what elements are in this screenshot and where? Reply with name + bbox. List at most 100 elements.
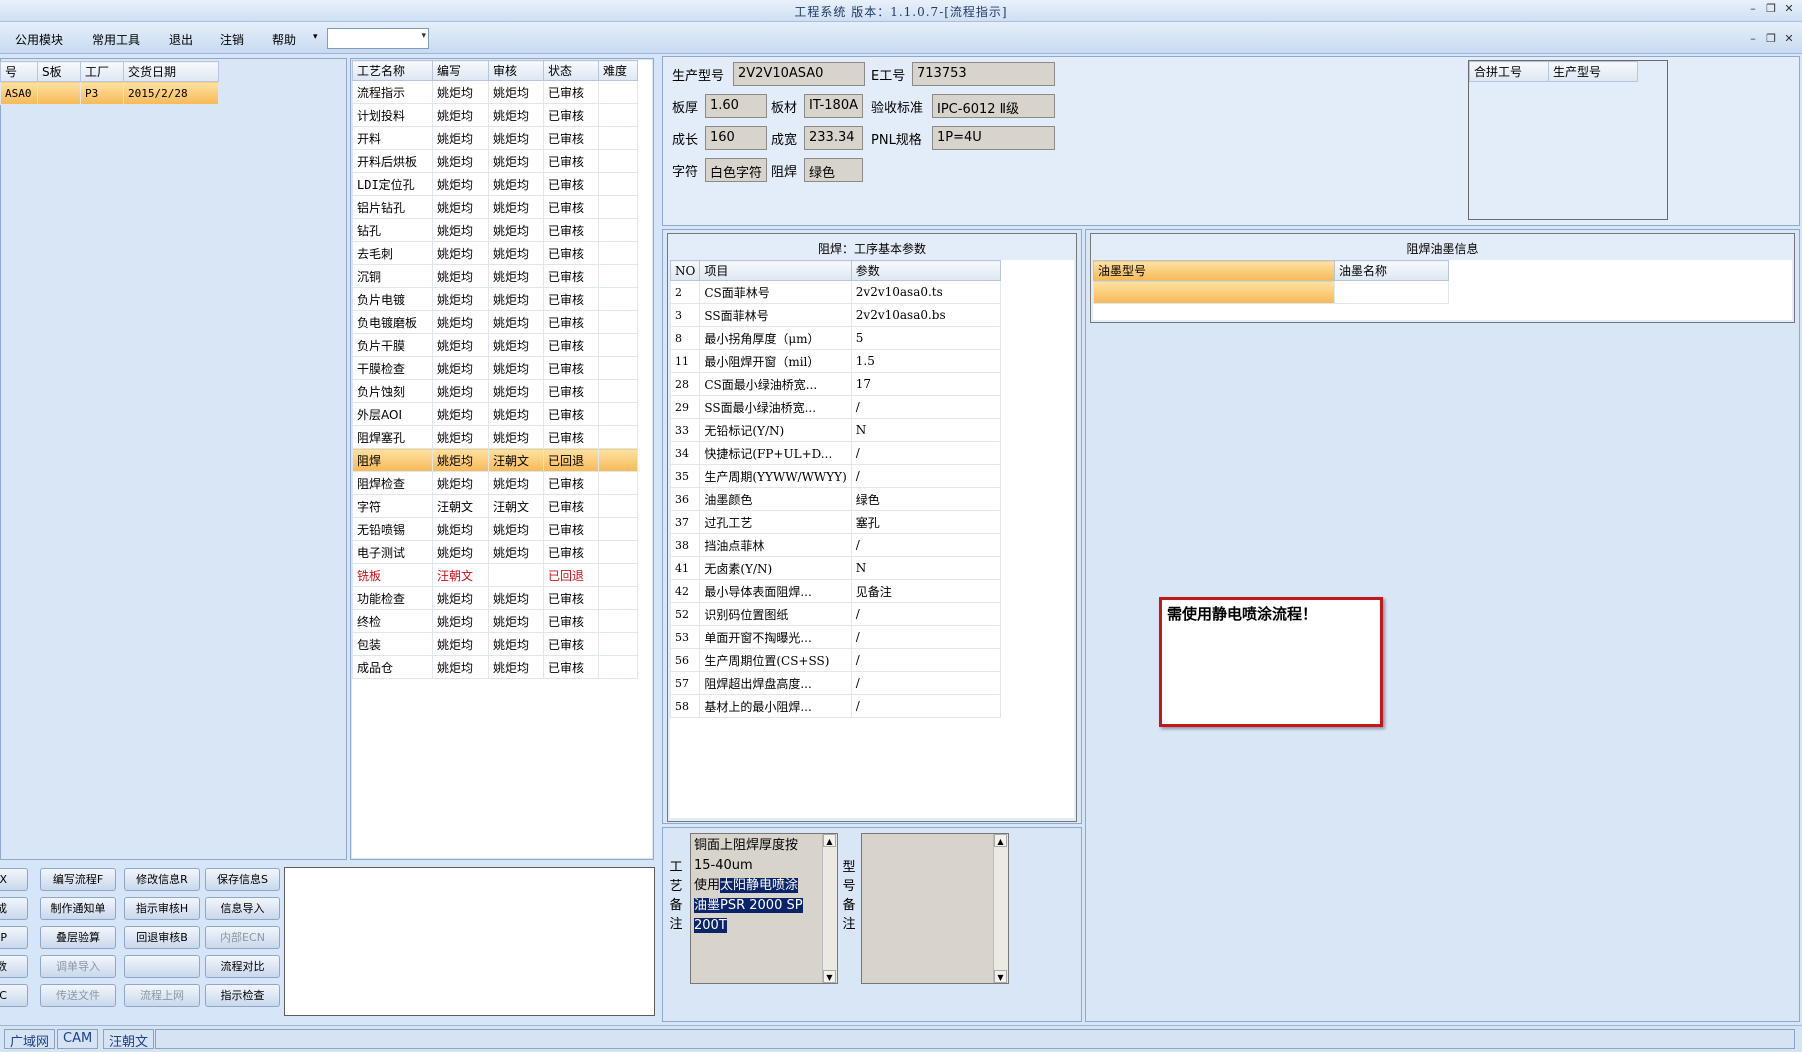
minimize-icon[interactable]: – — [1745, 2, 1761, 16]
table-row[interactable]: 电子测试 姚炬均 姚炬均 已审核 — [352, 540, 638, 564]
action-button[interactable]: 回退审核B — [124, 926, 200, 949]
table-row[interactable]: 字符 汪朝文 汪朝文 已审核 — [352, 494, 638, 518]
mdi-close-icon[interactable]: ✕ — [1781, 32, 1797, 46]
scroll-down-icon[interactable]: ▼ — [823, 970, 836, 983]
remark-text-area[interactable] — [284, 867, 655, 1016]
e-no-field[interactable]: 713753 — [912, 62, 1055, 86]
action-button[interactable]: 参数 — [0, 955, 28, 978]
table-row[interactable]: 钻孔 姚炬均 姚炬均 已审核 — [352, 218, 638, 242]
table-row[interactable]: 铣板 汪朝文 已回退 — [352, 563, 638, 587]
table-row[interactable]: 2 CS面菲林号 2v2v10asa0.ts — [669, 280, 1001, 304]
table-row[interactable]: 外层AOI 姚炬均 姚炬均 已审核 — [352, 402, 638, 426]
table-row[interactable]: 42 最小导体表面阻焊... 见备注 — [669, 579, 1001, 603]
table-row[interactable]: 负片蚀刻 姚炬均 姚炬均 已审核 — [352, 379, 638, 403]
table-row[interactable]: 计划投料 姚炬均 姚炬均 已审核 — [352, 103, 638, 127]
action-button[interactable] — [124, 955, 200, 978]
table-row[interactable]: 开料 姚炬均 姚炬均 已审核 — [352, 126, 638, 150]
restore-icon[interactable]: ❐ — [1763, 2, 1779, 16]
column-header[interactable]: S板 — [37, 61, 81, 82]
action-button[interactable]: 编写流程F — [40, 868, 116, 891]
table-row[interactable]: 53 单面开窗不掏曝光... / — [669, 625, 1001, 649]
action-button[interactable]: 修改信息R — [124, 868, 200, 891]
action-button[interactable]: 制作通知单 — [40, 897, 116, 920]
column-header[interactable]: 难度 — [598, 60, 638, 81]
mdi-minimize-icon[interactable]: – — [1745, 32, 1761, 46]
column-header[interactable]: 工艺名称 — [352, 60, 433, 81]
table-row[interactable]: 负片电镀 姚炬均 姚炬均 已审核 — [352, 287, 638, 311]
mdi-restore-icon[interactable]: ❐ — [1763, 32, 1779, 46]
table-row[interactable]: 阻焊 姚炬均 汪朝文 已回退 — [352, 448, 638, 472]
action-button[interactable]: 指示检查 — [205, 984, 280, 1007]
table-row[interactable]: 29 SS面最小绿油桥宽... / — [669, 395, 1001, 419]
memo-scrollbar[interactable]: ▲ ▼ — [822, 834, 837, 983]
thickness-field[interactable]: 1.60 — [705, 94, 767, 118]
table-row[interactable]: 阻焊塞孔 姚炬均 姚炬均 已审核 — [352, 425, 638, 449]
table-row[interactable]: ASA0 P3 2015/2/28 — [0, 81, 219, 105]
table-row[interactable]: 功能检查 姚炬均 姚炬均 已审核 — [352, 586, 638, 610]
column-header[interactable]: 号 — [0, 61, 38, 82]
column-header[interactable]: 合拼工号 — [1469, 61, 1549, 82]
scroll-up-icon[interactable]: ▲ — [823, 834, 836, 847]
table-row[interactable]: 52 识别码位置图纸 / — [669, 602, 1001, 626]
table-row[interactable] — [1093, 280, 1449, 304]
table-row[interactable]: 负电镀磨板 姚炬均 姚炬均 已审核 — [352, 310, 638, 334]
table-row[interactable]: 34 快捷标记(FP+UL+D... / — [669, 441, 1001, 465]
table-row[interactable]: 去毛刺 姚炬均 姚炬均 已审核 — [352, 241, 638, 265]
table-row[interactable]: 56 生产周期位置(CS+SS) / — [669, 648, 1001, 672]
action-button[interactable]: 内部ECN — [205, 926, 280, 949]
column-header[interactable]: 生产型号 — [1548, 61, 1638, 82]
process-remark-memo[interactable]: 铜面上阻焊厚度按 15-40um 使用太阳静电喷涂 油墨PSR 2000 SP … — [690, 833, 838, 984]
column-header[interactable]: 项目 — [699, 260, 852, 281]
table-row[interactable]: 28 CS面最小绿油桥宽... 17 — [669, 372, 1001, 396]
menu-combo-box[interactable]: ▾ — [327, 28, 429, 49]
table-row[interactable]: 铝片钻孔 姚炬均 姚炬均 已审核 — [352, 195, 638, 219]
table-row[interactable]: 37 过孔工艺 塞孔 — [669, 510, 1001, 534]
table-row[interactable]: 流程指示 姚炬均 姚炬均 已审核 — [352, 80, 638, 104]
table-row[interactable]: 3 SS面菲林号 2v2v10asa0.bs — [669, 303, 1001, 327]
column-header[interactable]: 油墨型号 — [1093, 260, 1335, 281]
column-header[interactable]: 状态 — [543, 60, 599, 81]
menu-exit[interactable]: 退出 — [169, 31, 193, 48]
table-row[interactable]: 成品仓 姚炬均 姚炬均 已审核 — [352, 655, 638, 679]
table-row[interactable]: 负片干膜 姚炬均 姚炬均 已审核 — [352, 333, 638, 357]
action-button[interactable]: 完成 — [0, 897, 28, 920]
action-button[interactable]: 调单导入 — [40, 955, 116, 978]
model-remark-memo[interactable]: ▲ ▼ — [861, 833, 1009, 984]
table-row[interactable]: 57 阻焊超出焊盘高度... / — [669, 671, 1001, 695]
material-field[interactable]: IT-180A — [804, 94, 863, 118]
column-header[interactable]: 油墨名称 — [1334, 260, 1449, 281]
pnl-field[interactable]: 1P=4U — [932, 126, 1055, 150]
table-row[interactable]: 58 基材上的最小阻焊... / — [669, 694, 1001, 718]
action-button[interactable]: 信息导入 — [205, 897, 280, 920]
menu-common-modules[interactable]: 公用模块 — [15, 31, 63, 48]
table-row[interactable]: 终检 姚炬均 姚炬均 已审核 — [352, 609, 638, 633]
action-button[interactable]: 叠层验算 — [40, 926, 116, 949]
action-button[interactable]: 查询X — [0, 868, 28, 891]
scroll-down-icon[interactable]: ▼ — [994, 970, 1007, 983]
table-row[interactable]: LDI定位孔 姚炬均 姚炬均 已审核 — [352, 172, 638, 196]
width-field[interactable]: 233.34 — [804, 126, 863, 150]
table-row[interactable]: 干膜检查 姚炬均 姚炬均 已审核 — [352, 356, 638, 380]
action-button[interactable]: 保存信息S — [205, 868, 280, 891]
table-row[interactable]: 包装 姚炬均 姚炬均 已审核 — [352, 632, 638, 656]
menu-logout[interactable]: 注销 — [220, 31, 244, 48]
table-row[interactable]: 35 生产周期(YYWW/WWYY) / — [669, 464, 1001, 488]
table-row[interactable]: 8 最小拐角厚度（μm） 5 — [669, 326, 1001, 350]
action-button[interactable]: 传送文件 — [40, 984, 116, 1007]
table-row[interactable]: 36 油墨颜色 绿色 — [669, 487, 1001, 511]
action-button[interactable]: 指示审核H — [124, 897, 200, 920]
table-row[interactable]: 开料后烘板 姚炬均 姚炬均 已审核 — [352, 149, 638, 173]
column-header[interactable]: 编写 — [432, 60, 489, 81]
table-row[interactable]: 38 挡油点菲林 / — [669, 533, 1001, 557]
table-row[interactable]: 无铅喷锡 姚炬均 姚炬均 已审核 — [352, 517, 638, 541]
table-row[interactable]: 11 最小阻焊开窗（mil） 1.5 — [669, 349, 1001, 373]
table-row[interactable]: 41 无卤素(Y/N) N — [669, 556, 1001, 580]
column-header[interactable]: 审核 — [488, 60, 544, 81]
action-button[interactable]: 流程对比 — [205, 955, 280, 978]
action-button[interactable]: WIP — [0, 926, 28, 949]
table-row[interactable]: 阻焊检查 姚炬均 姚炬均 已审核 — [352, 471, 638, 495]
column-header[interactable]: 工厂 — [80, 61, 124, 82]
scroll-up-icon[interactable]: ▲ — [994, 834, 1007, 847]
memo-scrollbar[interactable]: ▲ ▼ — [993, 834, 1008, 983]
accept-field[interactable]: IPC-6012 Ⅱ级 — [932, 94, 1055, 118]
